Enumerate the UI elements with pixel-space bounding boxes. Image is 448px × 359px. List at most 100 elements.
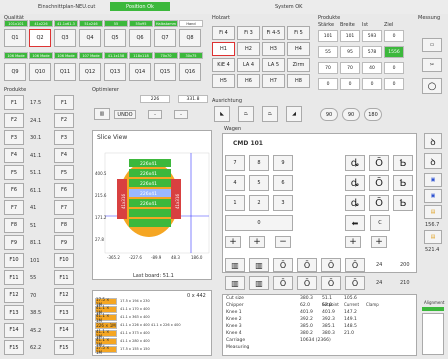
product-list-button-2[interactable]: F12 xyxy=(54,287,74,303)
knife-icon-2[interactable]: ꝺ xyxy=(424,153,442,169)
product-list-button-2[interactable]: F6 xyxy=(54,182,74,198)
board-select-button[interactable]: Ƅ xyxy=(393,175,413,191)
product-list-button-2[interactable]: F7 xyxy=(54,200,74,215)
produkte-cell[interactable]: 0 xyxy=(384,62,404,74)
board-select-button[interactable]: Ō xyxy=(369,175,389,191)
product-list-button[interactable]: F9 xyxy=(4,235,24,250)
product-list-button[interactable]: F3 xyxy=(4,130,24,145)
produkte-cell[interactable]: 593 xyxy=(362,30,382,42)
align-trap1-button[interactable]: ⏢ xyxy=(238,106,254,122)
holzart-button[interactable]: H3 xyxy=(262,42,285,56)
rotate-90-cw-button[interactable]: 90 xyxy=(342,108,360,121)
product-list-button-2[interactable]: F1 xyxy=(54,95,74,110)
quality-button-11[interactable]: Q11 xyxy=(54,63,76,81)
keypad-key-6[interactable]: 6 xyxy=(273,175,293,191)
tool-plus-4[interactable]: + xyxy=(371,236,387,248)
produkte-cell[interactable]: 1556 xyxy=(384,46,404,58)
board-icon-button[interactable]: ▥ xyxy=(225,276,245,290)
undo-button[interactable]: UNDO xyxy=(114,110,136,119)
product-list-button[interactable]: F10 xyxy=(4,252,24,268)
product-list-button-2[interactable]: F11 xyxy=(54,270,74,285)
holzart-button[interactable]: LA 5 xyxy=(262,58,285,72)
rotate-180-button[interactable]: 180 xyxy=(364,108,382,121)
board-select-button[interactable]: ȡ xyxy=(345,175,365,191)
circle-button[interactable]: ○ xyxy=(422,78,442,94)
quality-button-8[interactable]: Q8 xyxy=(179,29,201,47)
board-select-button[interactable]: ȡ xyxy=(345,195,365,211)
holzart-button[interactable]: Zirm xyxy=(287,58,310,72)
produkte-cell[interactable]: 70 xyxy=(340,62,360,74)
measure-button[interactable]: ▭ xyxy=(422,38,442,52)
board-icon-button[interactable]: Ō xyxy=(297,276,317,290)
product-list-button[interactable]: F13 xyxy=(4,305,24,320)
quality-button-6[interactable]: Q6 xyxy=(129,29,151,47)
save-icon-2[interactable]: ▣ xyxy=(424,189,442,203)
product-list-button[interactable]: F11 xyxy=(4,270,24,285)
keypad-key-2[interactable]: 2 xyxy=(249,195,269,211)
produkte-cell[interactable]: 0 xyxy=(362,78,382,90)
align-trap2-button[interactable]: ⏢ xyxy=(262,106,278,122)
produkte-cell[interactable]: 95 xyxy=(340,46,360,58)
holzart-button[interactable]: H7 xyxy=(262,74,285,88)
board-icon-button[interactable]: Ō xyxy=(321,258,341,272)
product-list-button-2[interactable]: F8 xyxy=(54,217,74,233)
keypad-key-4[interactable]: 4 xyxy=(225,175,245,191)
quality-button-1[interactable]: Q1 xyxy=(4,29,26,47)
product-list-button-2[interactable]: F10 xyxy=(54,252,74,268)
board-icon-button[interactable]: ▥ xyxy=(225,258,245,272)
quality-button-10[interactable]: Q10 xyxy=(29,63,51,81)
rotate-90-ccw-button[interactable]: 90 xyxy=(320,108,338,121)
produkte-cell[interactable]: 0 xyxy=(340,78,360,90)
board-icon-button[interactable]: Ō xyxy=(345,258,365,272)
board-icon-button[interactable]: ▥ xyxy=(249,276,269,290)
produkte-cell[interactable]: 578 xyxy=(362,46,382,58)
board-select-button[interactable]: Ƅ xyxy=(393,155,413,171)
holzart-button[interactable]: KiE 4 xyxy=(212,58,235,72)
board-icon-button[interactable]: ▥ xyxy=(249,258,269,272)
align-left-button[interactable]: ◣ xyxy=(214,106,230,122)
holzart-button[interactable]: H5 xyxy=(212,74,235,88)
product-list-button-2[interactable]: F9 xyxy=(54,235,74,250)
keypad-key-1[interactable]: 1 xyxy=(225,195,245,211)
export-icon-1[interactable]: ▤ xyxy=(424,205,442,219)
produkte-cell[interactable]: 101 xyxy=(318,30,338,42)
product-list-button-2[interactable]: F14 xyxy=(54,322,74,338)
keypad-key-5[interactable]: 5 xyxy=(249,175,269,191)
quality-button-4[interactable]: Q4 xyxy=(79,29,101,47)
tool-minus-1[interactable]: − xyxy=(275,236,291,248)
align-right-button[interactable]: ◢ xyxy=(286,106,302,122)
product-list-button[interactable]: F5 xyxy=(4,165,24,180)
export-icon-2[interactable]: ▤ xyxy=(424,230,442,244)
board-select-button[interactable]: Ō xyxy=(369,195,389,211)
holzart-button[interactable]: Fi 3 xyxy=(237,26,260,40)
holzart-button[interactable]: Fi 4-5 xyxy=(262,26,285,40)
produkte-cell[interactable]: 0 xyxy=(318,78,338,90)
board-icon-button[interactable]: Ō xyxy=(345,276,365,290)
holzart-button[interactable]: H8 xyxy=(287,74,310,88)
optimierer-icon-button[interactable]: ▥ xyxy=(94,108,110,120)
holzart-button[interactable]: H2 xyxy=(237,42,260,56)
minus-button-1[interactable]: - xyxy=(148,110,162,119)
product-list-button-2[interactable]: F4 xyxy=(54,147,74,163)
product-list-button[interactable]: F6 xyxy=(4,182,24,198)
holzart-button[interactable]: H6 xyxy=(237,74,260,88)
produkte-cell[interactable]: 0 xyxy=(384,78,404,90)
produkte-cell[interactable]: 40 xyxy=(362,62,382,74)
product-list-button-2[interactable]: F13 xyxy=(54,305,74,320)
product-list-button[interactable]: F1 xyxy=(4,95,24,110)
board-select-button[interactable]: Ō xyxy=(369,155,389,171)
board-icon-button[interactable]: Ō xyxy=(273,276,293,290)
keypad-key-0[interactable]: 0 xyxy=(225,215,293,231)
scissors-button[interactable]: ✂ xyxy=(422,58,442,72)
keypad-backspace[interactable]: ⬅ xyxy=(345,215,365,231)
product-list-button[interactable]: F14 xyxy=(4,322,24,338)
keypad-key-9[interactable]: 9 xyxy=(273,155,293,171)
product-list-button[interactable]: F7 xyxy=(4,200,24,215)
produkte-cell[interactable]: 55 xyxy=(318,46,338,58)
product-list-button-2[interactable]: F5 xyxy=(54,165,74,180)
quality-button-3[interactable]: Q3 xyxy=(54,29,76,47)
keypad-key-3[interactable]: 3 xyxy=(273,195,293,211)
produkte-cell[interactable]: 70 xyxy=(318,62,338,74)
quality-button-12[interactable]: Q12 xyxy=(79,63,101,81)
minus-button-2[interactable]: - xyxy=(174,110,188,119)
